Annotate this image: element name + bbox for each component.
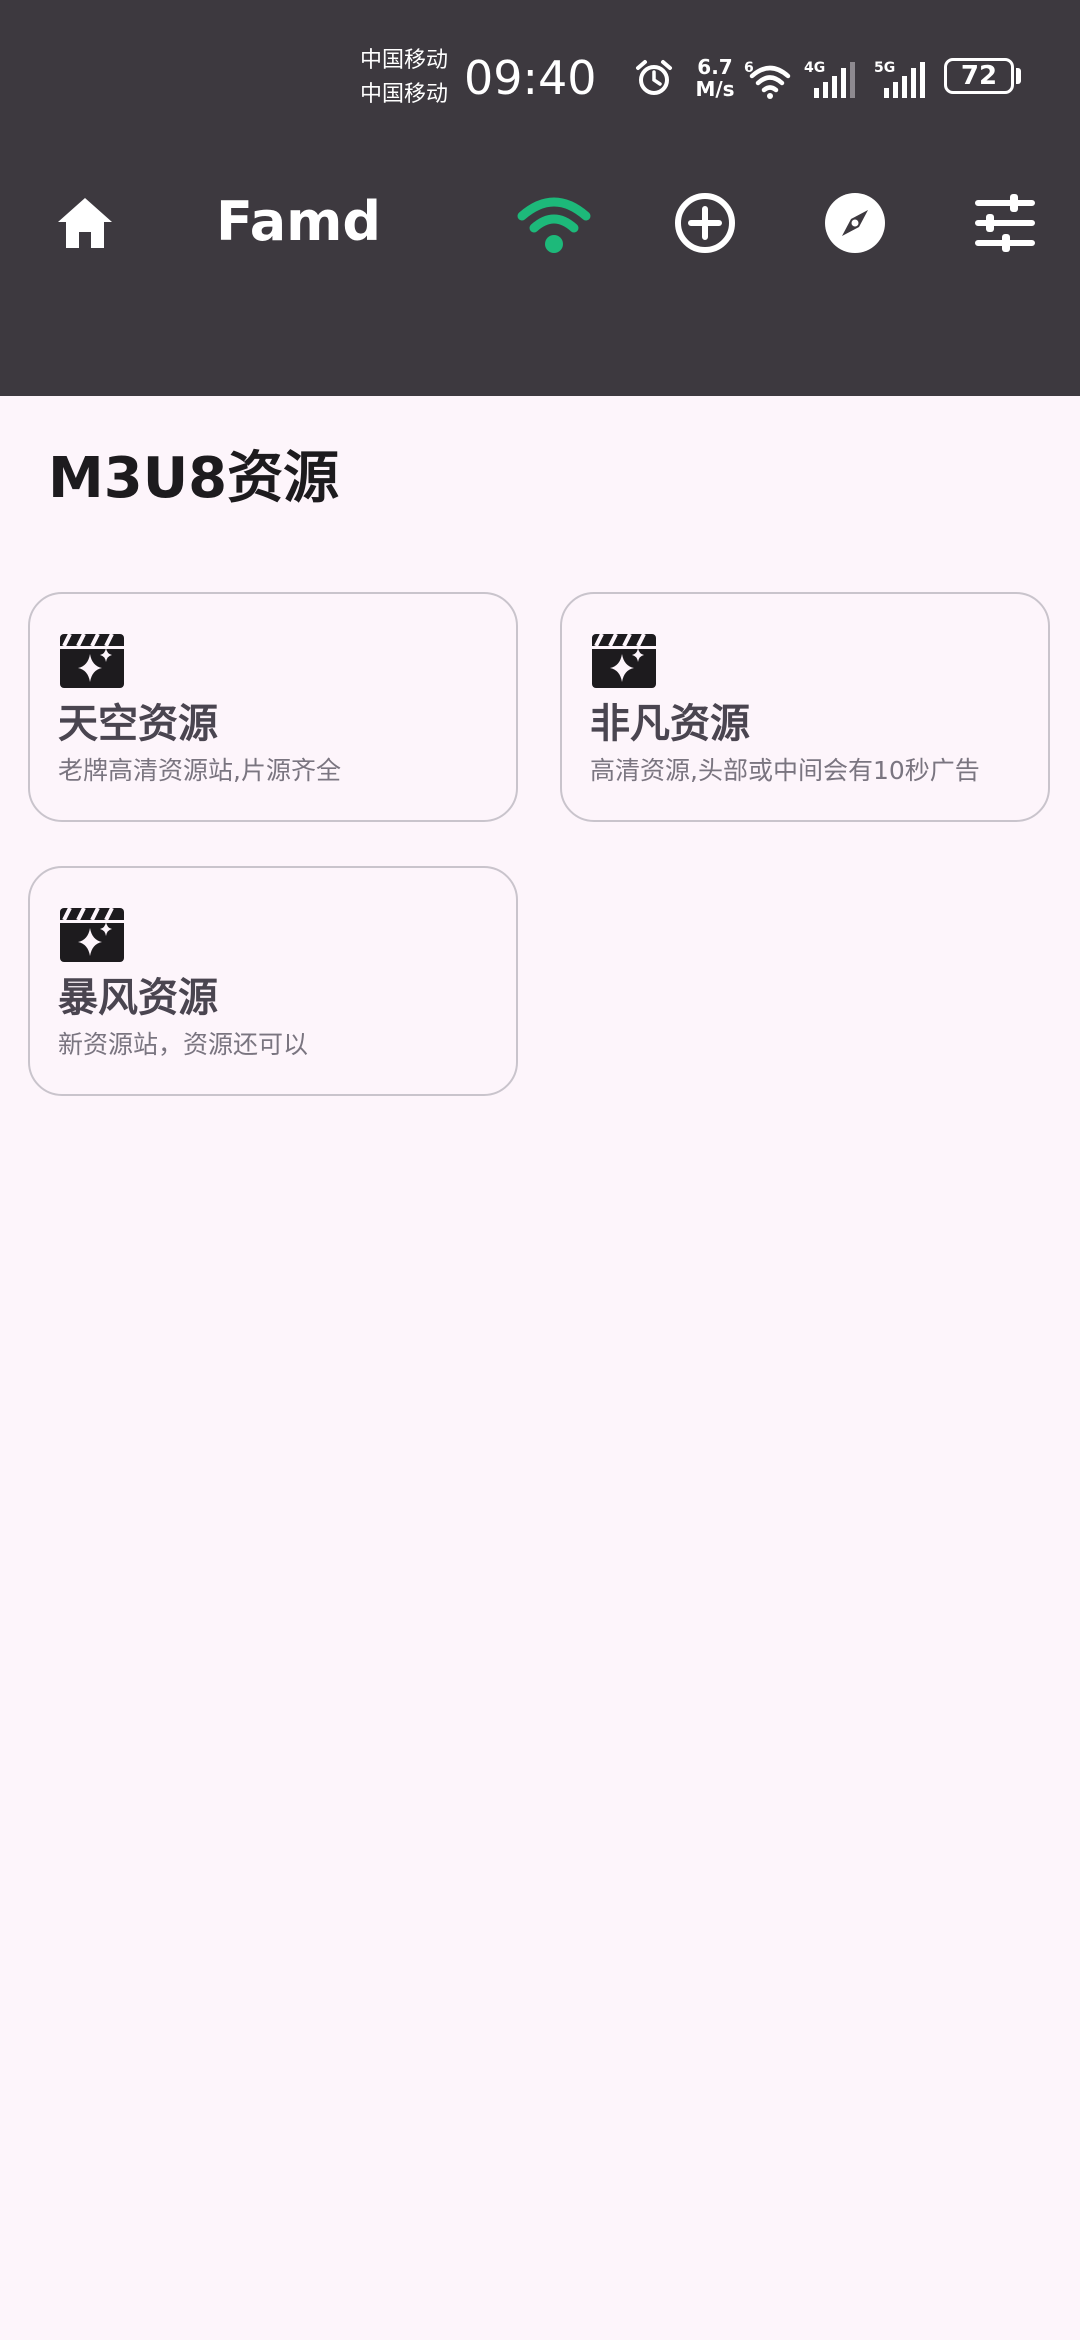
battery-tip: [1016, 68, 1021, 84]
network-speed: 6.7 M/s: [690, 56, 740, 100]
top-app-bar: 中国移动 中国移动 09:40 6.7 M/s 6 4G 5G 72 Famd: [0, 0, 1080, 396]
battery-level: 72: [960, 61, 998, 91]
movie-clapper-sparkle-icon: [60, 634, 124, 688]
add-circle-icon[interactable]: [672, 190, 738, 256]
section-title: M3U8资源: [48, 446, 340, 511]
network-speed-unit: M/s: [695, 77, 735, 101]
signal-2-label: 5G: [874, 60, 895, 76]
card-title: 非凡资源: [590, 701, 750, 747]
resource-card-baofeng[interactable]: 暴风资源 新资源站，资源还可以: [28, 866, 518, 1096]
carrier-label-2: 中国移动: [360, 82, 449, 107]
sliders-icon[interactable]: [972, 190, 1038, 256]
app-title: Famd: [216, 190, 382, 253]
movie-clapper-sparkle-icon: [592, 634, 656, 688]
resource-card-feifan[interactable]: 非凡资源 高清资源,头部或中间会有10秒广告: [560, 592, 1050, 822]
battery-icon: 72: [944, 58, 1014, 94]
alarm-icon: [636, 60, 672, 95]
network-speed-value: 6.7: [697, 55, 733, 79]
movie-clapper-sparkle-icon: [60, 908, 124, 962]
signal-1-label: 4G: [804, 60, 825, 76]
card-description: 新资源站，资源还可以: [58, 1030, 309, 1059]
card-title: 天空资源: [58, 701, 218, 747]
resource-card-tiankong[interactable]: 天空资源 老牌高清资源站,片源齐全: [28, 592, 518, 822]
cell-signal-icon: 4G: [804, 60, 855, 98]
wifi-icon: 6: [744, 60, 791, 99]
status-time: 09:40: [464, 51, 597, 105]
wifi-icon[interactable]: [514, 190, 594, 256]
card-description: 老牌高清资源站,片源齐全: [58, 756, 341, 785]
card-description: 高清资源,头部或中间会有10秒广告: [590, 756, 980, 785]
compass-icon[interactable]: [822, 190, 888, 256]
cell-signal-icon: 5G: [874, 60, 925, 98]
home-icon[interactable]: [52, 190, 118, 256]
carrier-label-1: 中国移动: [360, 48, 449, 73]
card-title: 暴风资源: [58, 975, 218, 1021]
